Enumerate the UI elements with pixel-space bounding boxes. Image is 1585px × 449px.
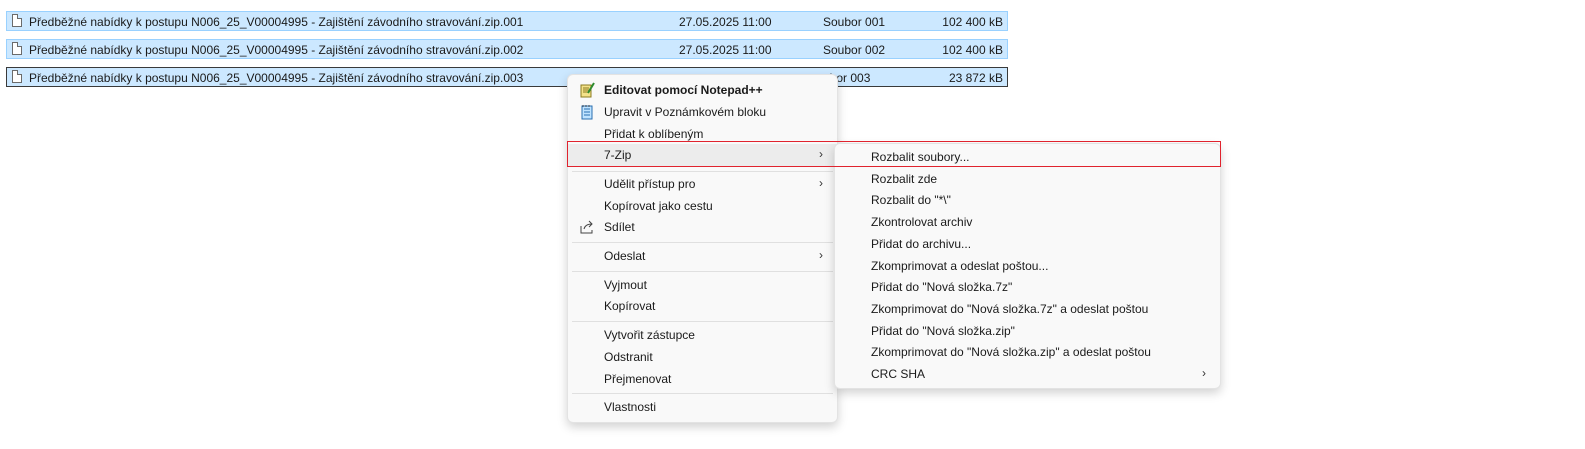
file-date: 27.05.2025 11:00 (679, 15, 772, 29)
menu-item-edit-notepad[interactable]: Upravit v Poznámkovém bloku (568, 101, 837, 123)
submenu-item-extract-here[interactable]: Rozbalit zde (835, 168, 1220, 190)
menu-item-7zip[interactable]: 7-Zip › (568, 144, 837, 166)
menu-separator (572, 393, 833, 394)
context-menu: Editovat pomocí Notepad++ Upravit v Pozn… (567, 74, 838, 423)
file-icon (12, 42, 22, 55)
menu-separator (572, 242, 833, 243)
submenu-item-compress-zip-email[interactable]: Zkomprimovat do "Nová složka.zip" a odes… (835, 341, 1220, 363)
file-type: Soubor 001 (823, 15, 886, 29)
menu-item-create-shortcut[interactable]: Vytvořit zástupce (568, 324, 837, 346)
file-size: 23 872 kB (948, 71, 1003, 85)
notepad-plus-icon (580, 82, 595, 98)
menu-item-copy[interactable]: Kopírovat (568, 295, 837, 317)
submenu-item-add-7z[interactable]: Přidat do "Nová složka.7z" (835, 276, 1220, 298)
file-type: Soubor 002 (823, 43, 886, 57)
file-row-003[interactable]: Předběžné nabídky k postupu N006_25_V000… (6, 67, 1008, 87)
menu-item-edit-notepadpp[interactable]: Editovat pomocí Notepad++ (568, 79, 837, 101)
submenu-item-extract-files[interactable]: Rozbalit soubory... (835, 146, 1220, 168)
chevron-right-icon: › (819, 147, 823, 161)
menu-item-delete[interactable]: Odstranit (568, 346, 837, 368)
menu-separator (572, 321, 833, 322)
file-icon (12, 14, 22, 27)
chevron-right-icon: › (819, 248, 823, 262)
sevenzip-submenu: Rozbalit soubory... Rozbalit zde Rozbali… (834, 143, 1221, 389)
file-name: Předběžné nabídky k postupu N006_25_V000… (29, 15, 524, 29)
submenu-item-extract-to[interactable]: Rozbalit do "*\" (835, 189, 1220, 211)
menu-item-share[interactable]: Sdílet (568, 216, 837, 238)
share-icon (580, 220, 593, 234)
menu-item-cut[interactable]: Vyjmout (568, 274, 837, 296)
menu-item-add-favorites[interactable]: Přidat k oblíbeným (568, 123, 837, 145)
submenu-item-compress-email[interactable]: Zkomprimovat a odeslat poštou... (835, 255, 1220, 277)
submenu-item-add-zip[interactable]: Přidat do "Nová složka.zip" (835, 320, 1220, 342)
menu-item-copy-as-path[interactable]: Kopírovat jako cestu (568, 195, 837, 217)
file-icon (12, 70, 22, 83)
file-name: Předběžné nabídky k postupu N006_25_V000… (29, 43, 524, 57)
menu-separator (572, 171, 833, 172)
notepad-icon (581, 105, 593, 120)
chevron-right-icon: › (819, 176, 823, 190)
file-row-001[interactable]: Předběžné nabídky k postupu N006_25_V000… (6, 11, 1008, 31)
file-date: 27.05.2025 11:00 (679, 43, 772, 57)
menu-item-rename[interactable]: Přejmenovat (568, 368, 837, 390)
menu-item-grant-access[interactable]: Udělit přístup pro › (568, 173, 837, 195)
submenu-item-test-archive[interactable]: Zkontrolovat archiv (835, 211, 1220, 233)
menu-item-send-to[interactable]: Odeslat › (568, 245, 837, 267)
menu-item-properties[interactable]: Vlastnosti (568, 396, 837, 418)
chevron-right-icon: › (1202, 366, 1206, 380)
submenu-item-compress-7z-email[interactable]: Zkomprimovat do "Nová složka.7z" a odesl… (835, 298, 1220, 320)
file-size: 102 400 kB (942, 43, 1003, 57)
menu-separator (572, 271, 833, 272)
file-size: 102 400 kB (942, 15, 1003, 29)
file-name: Předběžné nabídky k postupu N006_25_V000… (29, 71, 524, 85)
file-row-002[interactable]: Předběžné nabídky k postupu N006_25_V000… (6, 39, 1008, 59)
submenu-item-crc-sha[interactable]: CRC SHA › (835, 363, 1220, 385)
submenu-item-add-to-archive[interactable]: Přidat do archivu... (835, 233, 1220, 255)
